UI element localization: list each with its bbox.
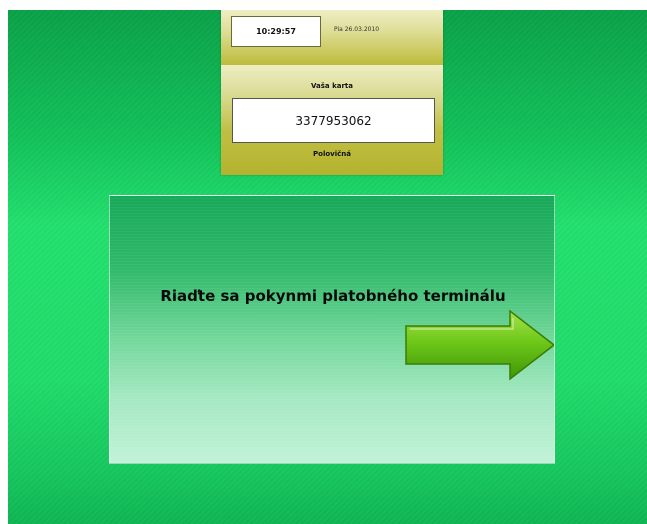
- arrow-right-icon: [405, 309, 554, 381]
- clock-time: 10:29:57: [231, 16, 321, 47]
- clock-section: 10:29:57 Pia 26.03.2010: [221, 10, 443, 65]
- card-info-panel: 10:29:57 Pia 26.03.2010 Vaša karta 33779…: [221, 10, 443, 175]
- instruction-text: Riaďte sa pokynmi platobného terminálu: [160, 287, 506, 305]
- fare-type-label: Polovičná: [313, 150, 351, 158]
- clock-date: Pia 26.03.2010: [334, 26, 380, 33]
- card-number-field: 3377953062: [232, 98, 435, 143]
- instruction-panel: Riaďte sa pokynmi platobného terminálu: [109, 195, 555, 464]
- kiosk-screen: 10:29:57 Pia 26.03.2010 Vaša karta 33779…: [8, 10, 647, 524]
- card-label: Vaša karta: [311, 82, 353, 90]
